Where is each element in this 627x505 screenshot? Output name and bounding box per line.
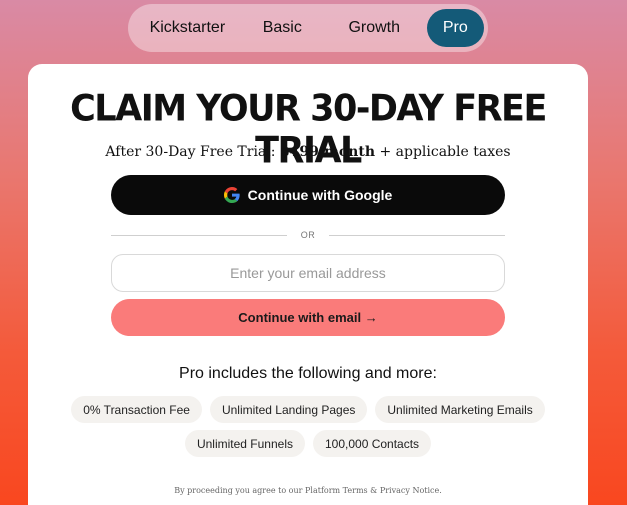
plan-includes-heading: Pro includes the following and more: (179, 365, 437, 382)
tab-kickstarter[interactable]: Kickstarter (132, 9, 243, 47)
feature-chip: Unlimited Landing Pages (209, 396, 368, 423)
or-divider: OR (111, 228, 505, 242)
feature-chip: Unlimited Marketing Emails (375, 396, 545, 423)
divider-line-right (329, 234, 505, 236)
plan-tabs: Kickstarter Basic Growth Pro (128, 4, 488, 52)
trial-price-prefix: After 30-Day Free Trial: (105, 144, 280, 160)
tab-basic[interactable]: Basic (243, 9, 322, 47)
continue-with-email-button[interactable]: Continue with email → (111, 299, 505, 336)
signup-card: CLAIM YOUR 30-DAY FREE TRIAL After 30-Da… (28, 64, 588, 505)
divider-line-left (111, 234, 287, 236)
feature-chip: 100,000 Contacts (312, 430, 432, 457)
trial-price-suffix: + applicable taxes (375, 144, 511, 160)
continue-with-google-button[interactable]: Continue with Google (111, 175, 505, 215)
trial-price-amount: $499/month (279, 144, 375, 160)
feature-chips-row-2: Unlimited Funnels 100,000 Contacts (28, 430, 588, 457)
tab-growth[interactable]: Growth (322, 9, 427, 47)
or-label: OR (300, 230, 316, 240)
google-button-label: Continue with Google (247, 187, 393, 203)
feature-chips-row-1: 0% Transaction Fee Unlimited Landing Pag… (28, 396, 588, 423)
legal-notice: By proceeding you agree to our Platform … (174, 486, 442, 495)
google-g-icon (223, 187, 240, 203)
email-button-label: Continue with email → (238, 310, 378, 325)
feature-chip: Unlimited Funnels (184, 430, 305, 457)
tab-pro[interactable]: Pro (426, 9, 484, 47)
email-field[interactable] (111, 254, 505, 292)
feature-chip: 0% Transaction Fee (71, 396, 202, 423)
trial-price-note: After 30-Day Free Trial: $499/month + ap… (28, 144, 588, 160)
